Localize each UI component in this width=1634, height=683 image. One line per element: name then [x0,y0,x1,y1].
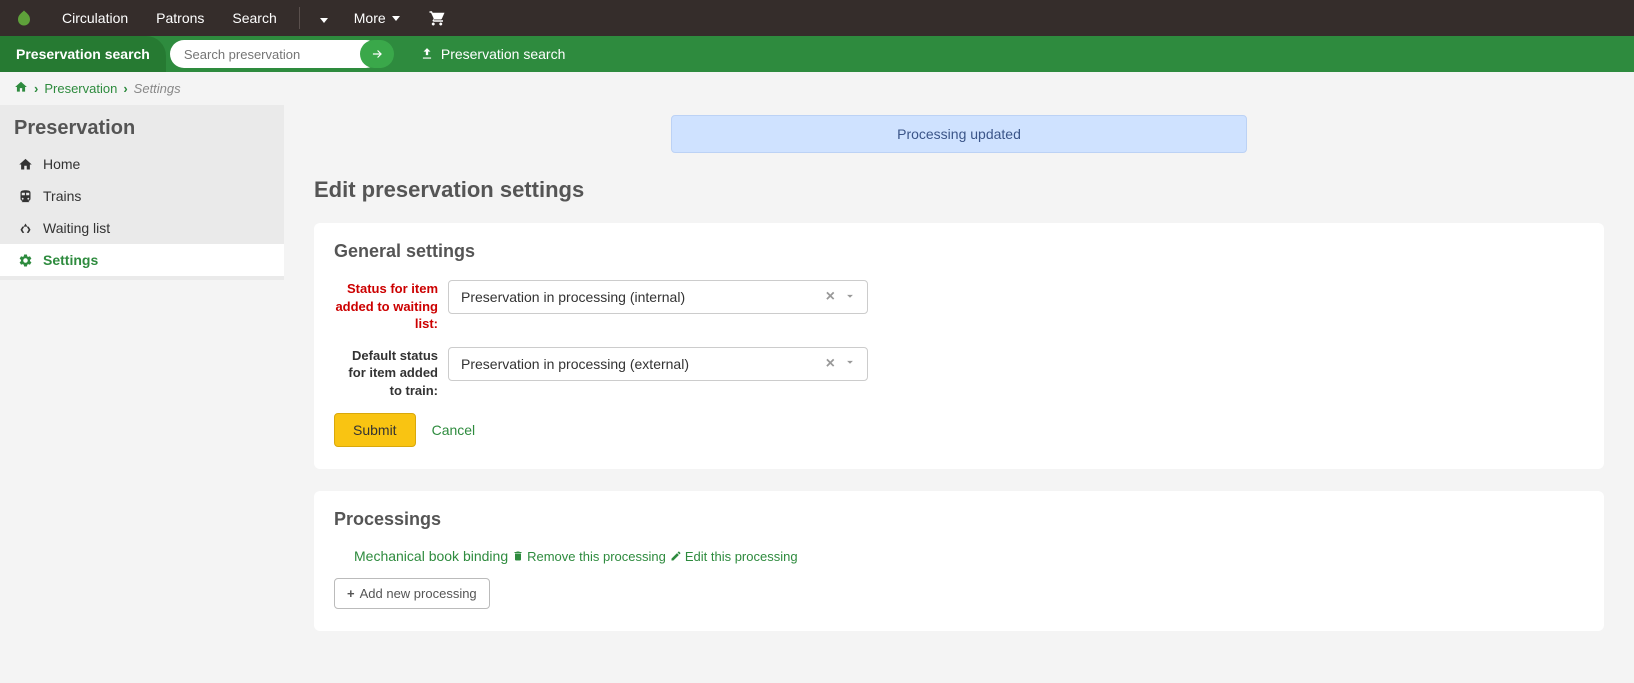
breadcrumb-current: Settings [134,81,181,96]
home-icon [14,80,28,94]
sidebar-item-trains[interactable]: Trains [0,180,284,212]
nav-cart[interactable] [414,9,460,27]
page-title: Edit preservation settings [314,177,1604,203]
chevron-down-icon [843,289,857,303]
edit-processing-link[interactable]: Edit this processing [670,549,798,564]
search-context-label: Preservation search [0,36,166,72]
edit-processing-label: Edit this processing [685,549,798,564]
trash-icon [512,550,524,562]
dropdown-toggle[interactable] [839,289,859,306]
clear-icon[interactable]: × [822,355,839,373]
general-settings-panel: General settings Status for item added t… [314,223,1604,469]
leaf-icon [15,9,33,27]
brand-logo[interactable] [10,4,38,32]
layout: Preservation Home Trains Waiting list Se… [0,105,1634,683]
arrow-right-icon [370,47,384,61]
sidebar-item-home[interactable]: Home [0,148,284,180]
processings-heading: Processings [334,509,1584,530]
breadcrumb-separator: › [123,81,127,96]
breadcrumb-home[interactable] [14,80,28,97]
search-submit-button[interactable] [360,40,394,68]
caret-down-icon [392,16,400,21]
dropdown-toggle[interactable] [839,355,859,372]
sidebar: Preservation Home Trains Waiting list Se… [0,105,284,280]
breadcrumb-separator: › [34,81,38,96]
caret-down-icon [320,18,328,23]
sidebar-item-label: Trains [43,188,81,204]
status-train-label: Default status for item added to train: [334,347,448,400]
processings-panel: Processings Mechanical book binding Remo… [314,491,1604,631]
sidebar-item-label: Waiting list [43,220,110,236]
home-icon [18,157,33,172]
main-content: Processing updated Edit preservation set… [284,105,1634,683]
cart-icon [428,9,446,27]
sidebar-item-settings[interactable]: Settings [0,244,284,276]
status-waiting-select[interactable]: Preservation in processing (internal) × [448,280,868,314]
recycle-icon [18,221,33,236]
general-settings-heading: General settings [334,241,1584,262]
breadcrumb-preservation[interactable]: Preservation [44,81,117,96]
preservation-search-link[interactable]: Preservation search [420,46,566,62]
nav-dropdown-caret[interactable] [308,10,340,26]
processing-name-link[interactable]: Mechanical book binding [354,548,508,564]
sidebar-item-label: Settings [43,252,98,268]
search-bar: Preservation search Preservation search [0,36,1634,72]
search-input-wrap [160,40,394,68]
nav-separator [299,7,300,29]
form-actions: Submit Cancel [334,413,1584,447]
remove-processing-link[interactable]: Remove this processing [512,549,666,564]
search-input[interactable] [170,40,380,68]
cancel-link[interactable]: Cancel [432,422,476,438]
train-icon [18,189,33,204]
status-waiting-label: Status for item added to waiting list: [334,280,448,333]
pencil-icon [670,550,682,562]
add-processing-button[interactable]: + Add new processing [334,578,490,609]
nav-more-label: More [354,0,386,36]
alert-message: Processing updated [671,115,1247,153]
plus-icon: + [347,586,355,601]
sidebar-title: Preservation [0,105,284,148]
clear-icon[interactable]: × [822,288,839,306]
form-row-status-waiting: Status for item added to waiting list: P… [334,280,1584,333]
nav-circulation[interactable]: Circulation [48,0,142,36]
gear-icon [18,253,33,268]
sidebar-item-waiting-list[interactable]: Waiting list [0,212,284,244]
preservation-search-label: Preservation search [441,46,566,62]
chevron-down-icon [843,355,857,369]
nav-patrons[interactable]: Patrons [142,0,218,36]
processing-row: Mechanical book binding Remove this proc… [334,548,1584,564]
status-train-select[interactable]: Preservation in processing (external) × [448,347,868,381]
breadcrumb: › Preservation › Settings [0,72,1634,105]
sidebar-nav: Home Trains Waiting list Settings [0,148,284,276]
sidebar-item-label: Home [43,156,80,172]
remove-processing-label: Remove this processing [527,549,666,564]
form-row-status-train: Default status for item added to train: … [334,347,1584,400]
nav-more[interactable]: More [340,0,414,36]
submit-button[interactable]: Submit [334,413,416,447]
status-waiting-value: Preservation in processing (internal) [461,289,822,305]
nav-search[interactable]: Search [218,0,290,36]
top-nav: Circulation Patrons Search More [0,0,1634,36]
upload-icon [420,47,434,61]
add-processing-label: Add new processing [360,586,477,601]
status-train-value: Preservation in processing (external) [461,356,822,372]
